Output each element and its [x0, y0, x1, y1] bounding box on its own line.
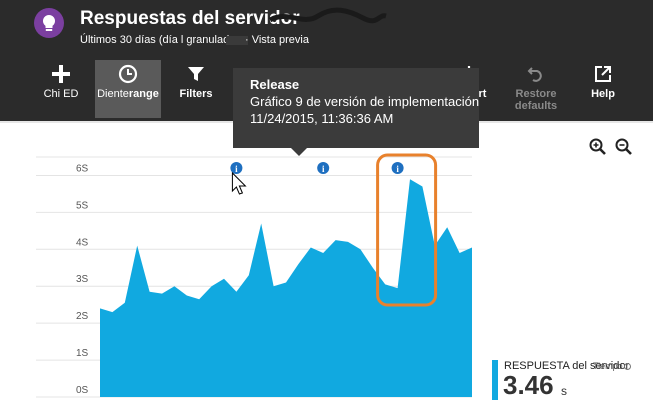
legend-toggle[interactable] [624, 363, 631, 370]
plus-icon [28, 60, 94, 88]
release-marker-info-icon[interactable]: i [317, 162, 330, 174]
page-title: Respuestas del servidor [80, 8, 300, 29]
help-label: Help [591, 88, 615, 100]
response-area-series [100, 179, 472, 397]
tooltip-description: Gráfico 9 de versión de implementación [250, 94, 480, 109]
y-tick-label: 0S [76, 385, 89, 396]
add-chart-label: Chi ED [43, 88, 79, 100]
tooltip-caret [290, 147, 308, 156]
time-range-button[interactable]: Dienterange [95, 60, 161, 118]
filters-label: Filters [179, 88, 213, 100]
help-button[interactable]: Help [570, 60, 636, 118]
release-marker-info-icon[interactable]: i [391, 162, 404, 174]
restore-label-line1: Restore [515, 88, 557, 100]
release-tooltip: Release Gráfico 9 de versión de implemen… [233, 68, 479, 148]
y-tick-label: 5S [76, 200, 89, 211]
add-chart-button[interactable]: Chi ED [28, 60, 94, 118]
y-tick-label: 4S [76, 237, 89, 248]
restore-label-line2: defaults [514, 100, 558, 112]
legend-extra-label: Tiempo [593, 361, 623, 371]
funnel-icon [163, 60, 229, 88]
cursor-icon [231, 171, 247, 195]
y-tick-label: 1S [76, 348, 89, 359]
time-range-label: Dienterange [95, 88, 161, 100]
app-window: Respuestas del servidor Últimos 30 días … [0, 0, 653, 406]
legend-color-bar [492, 360, 498, 400]
time-range-subtitle: Últimos 30 días (día l granulado [80, 34, 236, 46]
preview-label: · Vista previa [245, 34, 309, 46]
time-range-label-part-b: range [128, 88, 159, 100]
legend-unit: s [561, 384, 567, 398]
y-tick-label: 2S [76, 311, 89, 322]
filters-button[interactable]: Filters [163, 60, 229, 118]
tooltip-timestamp: 11/24/2015, 11:36:36 AM [250, 111, 394, 126]
tooltip-title: Release [250, 77, 300, 92]
redaction-scribble [268, 7, 387, 24]
y-tick-label: 3S [76, 274, 89, 285]
bulb-icon [34, 8, 64, 38]
legend-value: 3.46 [503, 370, 554, 400]
external-link-icon [570, 60, 636, 88]
restore-defaults-button[interactable]: Restore defaults [503, 60, 569, 118]
clock-icon [95, 60, 161, 88]
undo-icon [503, 60, 569, 88]
time-range-label-part-a: Diente [97, 88, 129, 100]
y-tick-label: 6S [76, 163, 89, 174]
